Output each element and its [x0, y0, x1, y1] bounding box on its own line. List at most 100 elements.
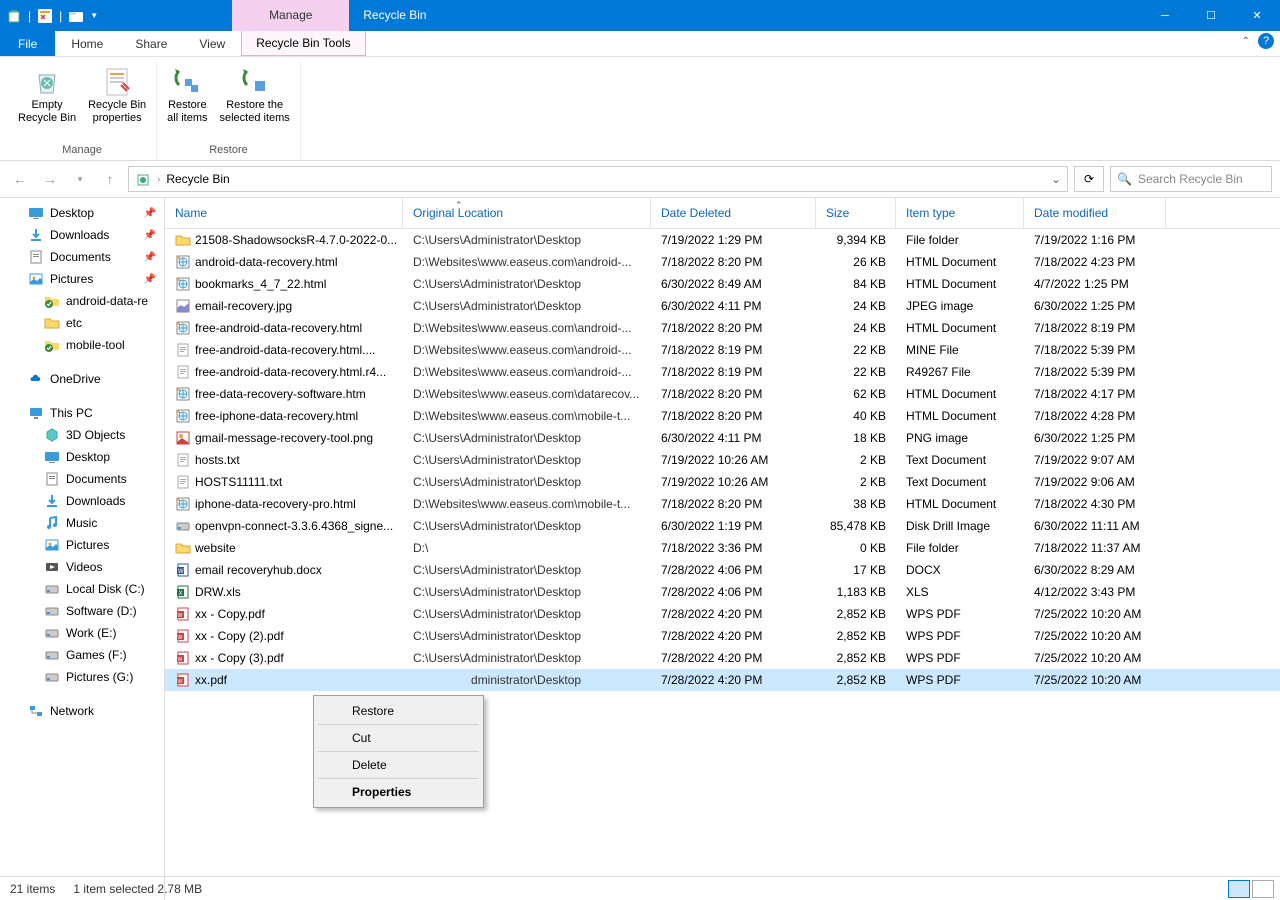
restore-selected-button[interactable]: Restore the selected items [214, 61, 296, 144]
tree-item[interactable]: Downloads [0, 490, 164, 512]
file-row[interactable]: 21508-ShadowsocksR-4.7.0-2022-0... C:\Us… [165, 229, 1280, 251]
file-row[interactable]: gmail-message-recovery-tool.png C:\Users… [165, 427, 1280, 449]
recycle-bin-tools-menu[interactable]: Recycle Bin Tools [241, 31, 366, 56]
file-row[interactable]: hosts.txt C:\Users\Administrator\Desktop… [165, 449, 1280, 471]
tree-thispc[interactable]: This PC [0, 402, 164, 424]
file-row[interactable]: bookmarks_4_7_22.html C:\Users\Administr… [165, 273, 1280, 295]
navigation-pane[interactable]: Desktop📌Downloads📌Documents📌Pictures📌and… [0, 198, 165, 900]
tree-item[interactable]: Software (D:) [0, 600, 164, 622]
tree-item[interactable]: Documents📌 [0, 246, 164, 268]
col-size[interactable]: Size [816, 198, 896, 228]
file-original-location: C:\Users\Administrator\Desktop [403, 585, 651, 599]
breadcrumb[interactable]: Recycle Bin [166, 172, 229, 186]
download-icon [44, 493, 60, 509]
address-box[interactable]: › Recycle Bin ⌄ [128, 166, 1068, 192]
title-bar: | | ▼ Manage Recycle Bin ─ ☐ ✕ [0, 0, 1280, 31]
file-date-modified: 7/19/2022 9:07 AM [1024, 453, 1166, 467]
tree-item[interactable]: Downloads📌 [0, 224, 164, 246]
file-row[interactable]: free-data-recovery-software.htm D:\Websi… [165, 383, 1280, 405]
tree-item[interactable]: Pictures📌 [0, 268, 164, 290]
file-row[interactable]: free-android-data-recovery.html.... D:\W… [165, 339, 1280, 361]
qat-dropdown-icon[interactable]: ▼ [90, 11, 100, 20]
address-dropdown-icon[interactable]: ⌄ [1051, 172, 1061, 186]
tree-item[interactable]: Pictures [0, 534, 164, 556]
properties-icon [101, 65, 133, 97]
file-row[interactable]: website D:\ 7/18/2022 3:36 PM 0 KB File … [165, 537, 1280, 559]
back-button[interactable]: ← [8, 167, 32, 191]
tree-item[interactable]: 3D Objects [0, 424, 164, 446]
view-menu[interactable]: View [183, 31, 241, 56]
properties-icon[interactable] [37, 8, 53, 24]
file-row[interactable]: email-recovery.jpg C:\Users\Administrato… [165, 295, 1280, 317]
tree-item[interactable]: Local Disk (C:) [0, 578, 164, 600]
tree-item[interactable]: Documents [0, 468, 164, 490]
ctx-restore[interactable]: Restore [318, 698, 479, 725]
file-row[interactable]: free-android-data-recovery.html.r4... D:… [165, 361, 1280, 383]
tree-item[interactable]: Pictures (G:) [0, 666, 164, 688]
recent-dropdown[interactable]: ▾ [68, 167, 92, 191]
file-original-location: C:\Users\Administrator\Desktop [403, 453, 651, 467]
close-button[interactable]: ✕ [1234, 0, 1280, 31]
file-row[interactable]: android-data-recovery.html D:\Websites\w… [165, 251, 1280, 273]
manage-tab[interactable]: Manage [232, 0, 349, 31]
forward-button[interactable]: → [38, 167, 62, 191]
col-date-deleted[interactable]: Date Deleted [651, 198, 816, 228]
view-details-button[interactable] [1228, 880, 1250, 898]
file-row[interactable]: HOSTS11111.txt C:\Users\Administrator\De… [165, 471, 1280, 493]
file-row[interactable]: openvpn-connect-3.3.6.4368_signe... C:\U… [165, 515, 1280, 537]
file-size: 84 KB [816, 277, 896, 291]
tree-item[interactable]: mobile-tool [0, 334, 164, 356]
file-type: Disk Drill Image [896, 519, 1024, 533]
tree-item[interactable]: Work (E:) [0, 622, 164, 644]
col-item-type[interactable]: Item type [896, 198, 1024, 228]
new-folder-icon[interactable] [68, 8, 84, 24]
tree-item[interactable]: Desktop [0, 446, 164, 468]
refresh-button[interactable]: ⟳ [1074, 166, 1104, 192]
minimize-button[interactable]: ─ [1142, 0, 1188, 31]
txt-icon [175, 364, 191, 380]
help-icon[interactable]: ? [1258, 33, 1274, 49]
ribbon-collapse-icon[interactable]: ⌃ [1242, 36, 1250, 47]
tree-network[interactable]: Network [0, 700, 164, 722]
file-original-location: D:\Websites\www.easeus.com\android-... [403, 365, 651, 379]
tree-item[interactable]: Music [0, 512, 164, 534]
tree-item[interactable]: etc [0, 312, 164, 334]
tree-label: etc [66, 316, 82, 330]
tree-onedrive[interactable]: OneDrive [0, 368, 164, 390]
home-menu[interactable]: Home [55, 31, 119, 56]
tree-item[interactable]: Games (F:) [0, 644, 164, 666]
empty-recycle-bin-button[interactable]: Empty Recycle Bin [12, 61, 82, 144]
recycle-bin-properties-button[interactable]: Recycle Bin properties [82, 61, 152, 144]
ribbon: Empty Recycle Bin Recycle Bin properties… [0, 57, 1280, 161]
col-original-location[interactable]: Original Location [403, 198, 651, 228]
search-box[interactable]: 🔍 Search Recycle Bin [1110, 166, 1272, 192]
ctx-cut[interactable]: Cut [318, 725, 479, 752]
file-row[interactable]: Wemail recoveryhub.docx C:\Users\Adminis… [165, 559, 1280, 581]
file-row[interactable]: free-android-data-recovery.html D:\Websi… [165, 317, 1280, 339]
share-menu[interactable]: Share [119, 31, 183, 56]
file-row[interactable]: Wxx - Copy (3).pdf C:\Users\Administrato… [165, 647, 1280, 669]
file-type: WPS PDF [896, 673, 1024, 687]
pic-icon [28, 271, 44, 287]
view-icons-button[interactable] [1252, 880, 1274, 898]
file-row[interactable]: free-iphone-data-recovery.html D:\Websit… [165, 405, 1280, 427]
file-row[interactable]: Wxx.pdf C:\Users\Administrator\Desktop 7… [165, 669, 1280, 691]
maximize-button[interactable]: ☐ [1188, 0, 1234, 31]
tree-item[interactable]: android-data-re [0, 290, 164, 312]
tree-item[interactable]: Desktop📌 [0, 202, 164, 224]
breadcrumb-sep-icon[interactable]: › [157, 174, 160, 185]
file-type: File folder [896, 233, 1024, 247]
restore-all-button[interactable]: Restore all items [161, 61, 213, 144]
file-row[interactable]: Wxx - Copy (2).pdf C:\Users\Administrato… [165, 625, 1280, 647]
ctx-delete[interactable]: Delete [318, 752, 479, 779]
col-date-modified[interactable]: Date modified [1024, 198, 1166, 228]
col-name[interactable]: Name [165, 198, 403, 228]
up-button[interactable]: ↑ [98, 167, 122, 191]
column-headers: ⌃ Name Original Location Date Deleted Si… [165, 198, 1280, 229]
ctx-properties[interactable]: Properties [318, 779, 479, 805]
file-row[interactable]: XDRW.xls C:\Users\Administrator\Desktop … [165, 581, 1280, 603]
tree-item[interactable]: Videos [0, 556, 164, 578]
file-menu[interactable]: File [0, 31, 55, 56]
file-row[interactable]: Wxx - Copy.pdf C:\Users\Administrator\De… [165, 603, 1280, 625]
file-row[interactable]: iphone-data-recovery-pro.html D:\Website… [165, 493, 1280, 515]
